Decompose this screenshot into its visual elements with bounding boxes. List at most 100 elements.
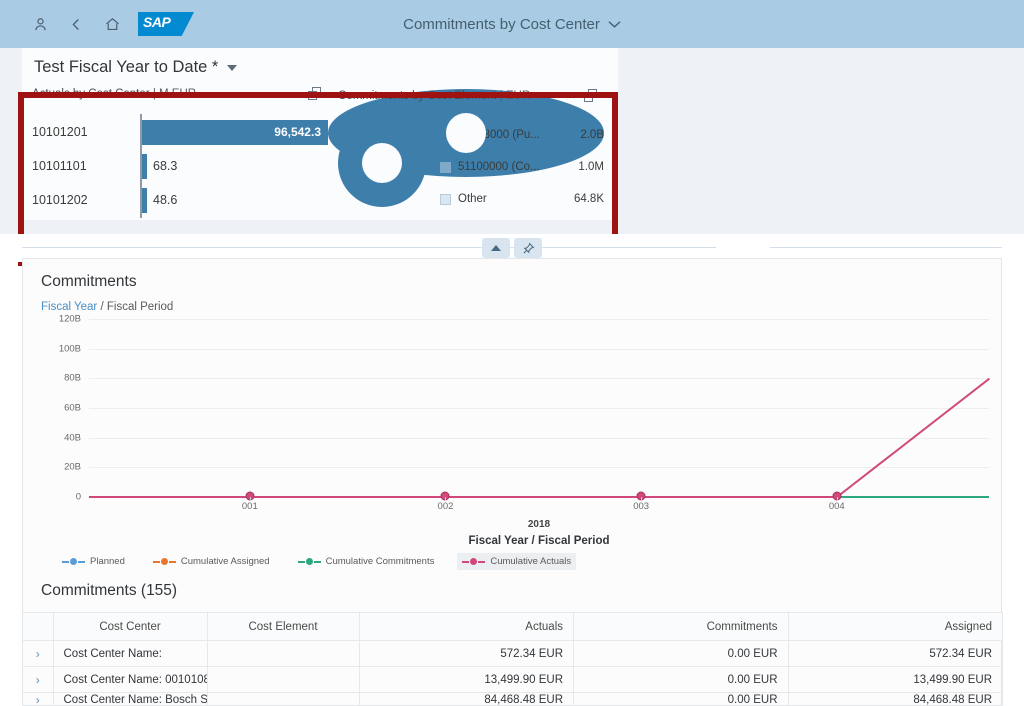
- legend-marker: [297, 558, 321, 565]
- card-commitments-by-cost-element[interactable]: Commitments by Cost Element | EUR 650080…: [328, 89, 604, 207]
- bar-track: 68.3: [140, 148, 328, 184]
- cell-cost-center: Cost Center Name:: [53, 640, 208, 667]
- donut-chart: 65008000 (Pu... 2.0B 51100000 (Co... 1.0…: [338, 117, 604, 215]
- row-expander[interactable]: ›: [23, 640, 54, 667]
- column-header-commitments[interactable]: Commitments: [573, 612, 789, 641]
- x-axis-tick: 002: [437, 501, 454, 512]
- chart-legend: Planned Cumulative Assigned Cumulative Com…: [23, 545, 1001, 570]
- column-header-assigned[interactable]: Assigned: [788, 612, 1003, 641]
- cell-cost-center: Cost Center Name: 0010108016: [53, 666, 208, 693]
- cell-commitments: 0.00 EUR: [573, 640, 789, 667]
- card-title: Actuals by Cost Center | M EUR: [32, 88, 197, 100]
- sap-logo[interactable]: SAP: [138, 12, 194, 36]
- legend-swatch: [440, 161, 451, 173]
- x-axis-group-label: 2018: [527, 519, 551, 530]
- cell-actuals: 572.34 EUR: [359, 640, 574, 667]
- table-row[interactable]: › Cost Center Name: 572.34 EUR 0.00 EUR …: [23, 640, 1003, 667]
- x-axis-title: Fiscal Year / Fiscal Period: [468, 535, 610, 547]
- card-header: Actuals by Cost Center | M EUR: [32, 87, 328, 101]
- table-row[interactable]: › Cost Center Name: 0010108016 13,499.90…: [23, 666, 1003, 693]
- legend-value: 2.0B: [580, 129, 604, 141]
- row-expander[interactable]: ›: [23, 692, 54, 706]
- breadcrumb-rest: / Fiscal Period: [100, 301, 174, 313]
- table-row[interactable]: › Cost Center Name: Bosch Süd (DE) 84,46…: [23, 692, 1003, 706]
- bar-value: 96,542.3: [274, 125, 321, 139]
- cell-commitments: 0.00 EUR: [573, 666, 789, 693]
- breadcrumb-link-fiscal-year[interactable]: Fiscal Year: [41, 301, 97, 313]
- legend-item[interactable]: Cumulative Actuals: [457, 553, 577, 570]
- pin-icon: [523, 242, 534, 253]
- cell-cost-center: Cost Center Name: Bosch Süd (DE): [53, 692, 208, 706]
- cell-actuals: 13,499.90 EUR: [359, 666, 574, 693]
- column-header-cost-element[interactable]: Cost Element: [207, 612, 360, 641]
- kpi-panel: Test Fiscal Year to Date * Actuals by Co…: [22, 48, 618, 220]
- legend-item[interactable]: Cumulative Assigned: [148, 553, 275, 570]
- bar-chart: 10101201 96,542.3 10101101 68.3 10101202…: [32, 114, 328, 218]
- bar-track: 96,542.3: [140, 114, 328, 150]
- person-icon[interactable]: [30, 14, 50, 34]
- legend-item[interactable]: Other 64.8K: [440, 183, 604, 215]
- cell-assigned: 13,499.90 EUR: [788, 666, 1003, 693]
- content-card: Commitments Fiscal Year / Fiscal Period …: [22, 258, 1003, 706]
- y-axis-tick: 40B: [64, 432, 81, 444]
- gridline: [89, 467, 989, 469]
- legend-swatch: [440, 193, 451, 205]
- row-expander[interactable]: ›: [23, 666, 54, 693]
- bar-value: 48.6: [153, 193, 178, 207]
- legend-label: 51100000 (Co...: [458, 161, 540, 173]
- cell-cost-element: [207, 692, 360, 706]
- bar-row[interactable]: 10101202 48.6: [32, 182, 328, 218]
- bar-value: 68.3: [153, 159, 178, 173]
- cell-cost-element: [207, 666, 360, 693]
- legend-item[interactable]: 65008000 (Pu... 2.0B: [440, 119, 604, 151]
- legend-marker: [462, 558, 486, 565]
- gridline: [89, 319, 989, 320]
- section-title: Commitments: [41, 273, 137, 290]
- variant-selector[interactable]: Test Fiscal Year to Date *: [32, 56, 618, 87]
- donut-ring[interactable]: [338, 119, 426, 207]
- legend-value: 1.0M: [578, 161, 604, 173]
- legend-label: 65008000 (Pu...: [458, 129, 540, 141]
- legend-label: Cumulative Assigned: [180, 556, 270, 567]
- legend-item[interactable]: Planned: [57, 553, 130, 570]
- cell-assigned: 572.34 EUR: [788, 640, 1003, 667]
- x-axis-tick: 003: [633, 501, 650, 512]
- legend-value: 64.8K: [573, 193, 604, 205]
- gridline: [89, 408, 989, 409]
- table-header-row: Cost Center Cost Element Actuals Commitm…: [23, 612, 1003, 641]
- y-axis: 0 20B 40B 60B 80B 100B 120B: [23, 314, 89, 503]
- gridline: [89, 348, 989, 350]
- y-axis-tick: 60B: [64, 402, 81, 414]
- bar-label: 10101101: [32, 159, 87, 173]
- card-title: Commitments by Cost Element | EUR: [338, 90, 531, 102]
- chevron-down-icon[interactable]: [608, 16, 621, 33]
- plot-area: [89, 319, 990, 501]
- home-icon[interactable]: [102, 14, 122, 34]
- back-icon[interactable]: [66, 14, 86, 34]
- card-header: Commitments by Cost Element | EUR: [338, 89, 604, 103]
- legend-label: Cumulative Commitments: [325, 556, 435, 567]
- commitments-table: Cost Center Cost Element Actuals Commitm…: [23, 612, 1003, 706]
- bar-label: 10101201: [32, 125, 88, 139]
- kpi-strip: Test Fiscal Year to Date * Actuals by Co…: [0, 48, 1024, 266]
- column-header-expand: [23, 612, 54, 641]
- legend-label: Cumulative Actuals: [490, 556, 572, 567]
- series-line: [836, 496, 989, 498]
- collapse-button[interactable]: [482, 238, 510, 258]
- kpi-cards: Actuals by Cost Center | M EUR 10101201: [32, 87, 618, 218]
- column-header-actuals[interactable]: Actuals: [359, 612, 574, 641]
- legend-item[interactable]: 51100000 (Co... 1.0M: [440, 151, 604, 183]
- legend-item[interactable]: Cumulative Commitments: [293, 553, 440, 570]
- open-in-new-icon[interactable]: [308, 87, 322, 101]
- bar-row[interactable]: 10101101 68.3: [32, 148, 328, 184]
- shell-header: SAP Commitments by Cost Center: [0, 0, 1024, 48]
- cell-actuals: 84,468.48 EUR: [359, 692, 574, 706]
- chevron-down-icon[interactable]: [227, 64, 238, 71]
- card-actuals-by-cost-center[interactable]: Actuals by Cost Center | M EUR 10101201: [32, 87, 328, 218]
- y-axis-tick: 100B: [58, 343, 81, 355]
- open-in-new-icon[interactable]: [584, 89, 598, 103]
- pin-button[interactable]: [514, 238, 542, 258]
- column-header-cost-center[interactable]: Cost Center: [53, 612, 208, 641]
- bar-row[interactable]: 10101201 96,542.3: [32, 114, 328, 150]
- app-root: SAP Commitments by Cost Center Test Fisc…: [0, 0, 1024, 706]
